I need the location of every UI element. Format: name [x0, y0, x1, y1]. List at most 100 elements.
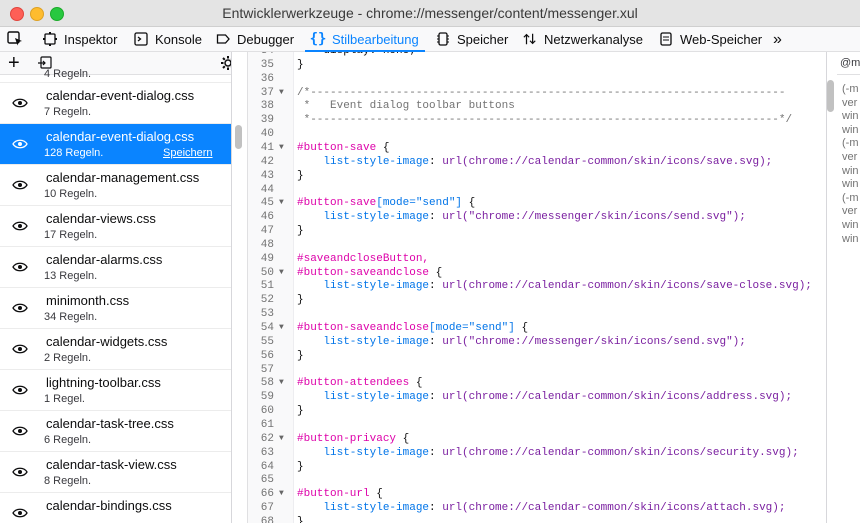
- code-line: 43}: [248, 169, 827, 183]
- stylesheet-item[interactable]: calendar-bindings.css: [0, 493, 231, 523]
- fold-toggle-icon[interactable]: ▼: [279, 266, 287, 280]
- stylesheet-item[interactable]: calendar-alarms.css 13 Regeln.: [0, 247, 231, 288]
- eye-icon[interactable]: [12, 179, 28, 191]
- eye-icon[interactable]: [12, 384, 28, 396]
- stylesheet-item[interactable]: calendar-event-dialog.css 7 Regeln.: [0, 83, 231, 124]
- tab-memory[interactable]: Speicher: [436, 27, 508, 51]
- line-number: 44: [260, 183, 274, 196]
- editor-scrollbar-thumb[interactable]: [827, 80, 834, 112]
- code-editor[interactable]: 34 display: none;35}3637▼/*-------------…: [247, 52, 827, 523]
- eye-icon[interactable]: [12, 425, 28, 437]
- fold-toggle-icon[interactable]: ▼: [279, 432, 287, 446]
- rule-count: 17 Regeln.: [44, 229, 98, 241]
- stylesheet-item[interactable]: calendar-widgets.css 2 Regeln.: [0, 329, 231, 370]
- code-line: 67 list-style-image: url(chrome://calend…: [248, 501, 827, 515]
- title-bar: Entwicklerwerkzeuge - chrome://messenger…: [0, 0, 860, 27]
- tab-inspector[interactable]: Inspektor: [43, 27, 117, 51]
- fold-toggle-icon[interactable]: ▼: [279, 487, 287, 501]
- code-text: *---------------------------------------…: [297, 114, 793, 127]
- line-number: 57: [260, 363, 274, 376]
- stylesheet-item[interactable]: 4 Regeln.: [0, 68, 231, 83]
- devtools-toolbar: Inspektor Konsole Debugger {} Stilbearbe…: [0, 27, 860, 52]
- code-line: 59 list-style-image: url(chrome://calend…: [248, 390, 827, 404]
- tab-label: Inspektor: [64, 31, 118, 47]
- stylesheet-item[interactable]: lightning-toolbar.css 1 Regel.: [0, 370, 231, 411]
- more-tools-chevron-icon[interactable]: »: [773, 31, 791, 48]
- code-line: 49 #saveandcloseButton,: [248, 252, 827, 266]
- media-rule-line[interactable]: (-m: [842, 137, 859, 149]
- stylesheet-item[interactable]: minimonth.css 34 Regeln.: [0, 288, 231, 329]
- eye-icon[interactable]: [12, 466, 28, 478]
- stylesheet-name: calendar-bindings.css: [46, 498, 172, 513]
- eye-icon[interactable]: [12, 261, 28, 273]
- media-rule-line[interactable]: ver: [842, 205, 857, 217]
- line-number: 41: [260, 141, 274, 154]
- media-rule-line[interactable]: (-m: [842, 83, 859, 95]
- media-rule-line[interactable]: ver: [842, 97, 857, 109]
- stylesheet-item[interactable]: calendar-event-dialog.css 128 Regeln. Spei…: [0, 124, 231, 165]
- rule-count: 8 Regeln.: [44, 475, 92, 487]
- code-line: 42 list-style-image: url(chrome://calend…: [248, 155, 827, 169]
- css-selector: #button-save: [297, 197, 377, 210]
- code-content: /*--------------------------------------…: [297, 86, 785, 100]
- new-stylesheet-button[interactable]: +: [8, 53, 20, 73]
- code-line: 41 ▼ #button-save {: [248, 141, 827, 155]
- eye-icon[interactable]: [12, 507, 28, 519]
- line-number: 64: [260, 460, 274, 473]
- code-text: }: [297, 225, 304, 238]
- rule-count: 4 Regeln.: [44, 68, 92, 80]
- code-line: 60}: [248, 404, 827, 418]
- sidebar-scrollbar-thumb[interactable]: [235, 125, 242, 149]
- fold-toggle-icon[interactable]: ▼: [279, 86, 287, 100]
- css-property: list-style-image: [323, 155, 430, 168]
- eye-icon[interactable]: [12, 302, 28, 314]
- code-content: }: [297, 224, 304, 238]
- eye-icon[interactable]: [12, 97, 28, 109]
- media-rule-line[interactable]: win: [842, 233, 859, 245]
- code-line: 64}: [248, 460, 827, 474]
- eye-icon[interactable]: [12, 343, 28, 355]
- code-text: display: none;: [297, 52, 415, 57]
- media-rule-line[interactable]: win: [842, 219, 859, 231]
- fold-toggle-icon[interactable]: ▼: [279, 376, 287, 390]
- css-selector: #button-saveandclose: [297, 322, 430, 334]
- tab-console[interactable]: Konsole: [134, 27, 202, 51]
- code-line: 40: [248, 127, 827, 141]
- eye-icon[interactable]: [12, 138, 28, 150]
- stylesheet-item[interactable]: calendar-views.css 17 Regeln.: [0, 206, 231, 247]
- line-number: 68: [260, 515, 274, 523]
- save-link[interactable]: Speichern: [163, 147, 213, 159]
- stylesheet-item[interactable]: calendar-task-view.css 8 Regeln.: [0, 452, 231, 493]
- code-content: *---------------------------------------…: [297, 113, 793, 127]
- code-text: }: [297, 349, 304, 362]
- media-rule-line[interactable]: win: [842, 178, 859, 190]
- tab-label: Speicher: [457, 31, 509, 47]
- tab-style-editor[interactable]: {} Stilbearbeitung: [305, 27, 425, 52]
- line-number: 52: [260, 294, 274, 307]
- code-text: }: [297, 169, 304, 182]
- css-selector: #button-url: [297, 488, 370, 501]
- gear-icon[interactable]: [220, 55, 232, 71]
- media-rule-line[interactable]: win: [842, 110, 859, 122]
- rule-count: 34 Regeln.: [44, 311, 98, 323]
- media-rule-line[interactable]: ver: [842, 151, 857, 163]
- tab-network[interactable]: Netzwerkanalyse: [523, 27, 643, 51]
- media-rule-line[interactable]: win: [842, 165, 859, 177]
- css-value: url(chrome://calendar-common/skin/icons/…: [442, 155, 773, 168]
- media-rule-line[interactable]: win: [842, 124, 859, 136]
- stylesheet-name: calendar-task-tree.css: [46, 416, 174, 431]
- code-content: }: [297, 58, 304, 72]
- stylesheet-item[interactable]: calendar-management.css 10 Regeln.: [0, 165, 231, 206]
- fold-toggle-icon[interactable]: ▼: [279, 321, 287, 335]
- stylesheet-item[interactable]: calendar-task-tree.css 6 Regeln.: [0, 411, 231, 452]
- code-punct: {: [369, 488, 383, 501]
- fold-toggle-icon[interactable]: ▼: [279, 196, 287, 210]
- media-rule-line[interactable]: (-m: [842, 192, 859, 204]
- element-picker-icon[interactable]: [6, 30, 24, 48]
- tab-debugger[interactable]: Debugger: [216, 27, 294, 51]
- fold-toggle-icon[interactable]: ▼: [279, 141, 287, 155]
- tab-storage[interactable]: Web-Speicher: [659, 27, 762, 51]
- eye-icon[interactable]: [12, 220, 28, 232]
- stylesheet-name: minimonth.css: [46, 293, 130, 308]
- code-content: }: [297, 293, 304, 307]
